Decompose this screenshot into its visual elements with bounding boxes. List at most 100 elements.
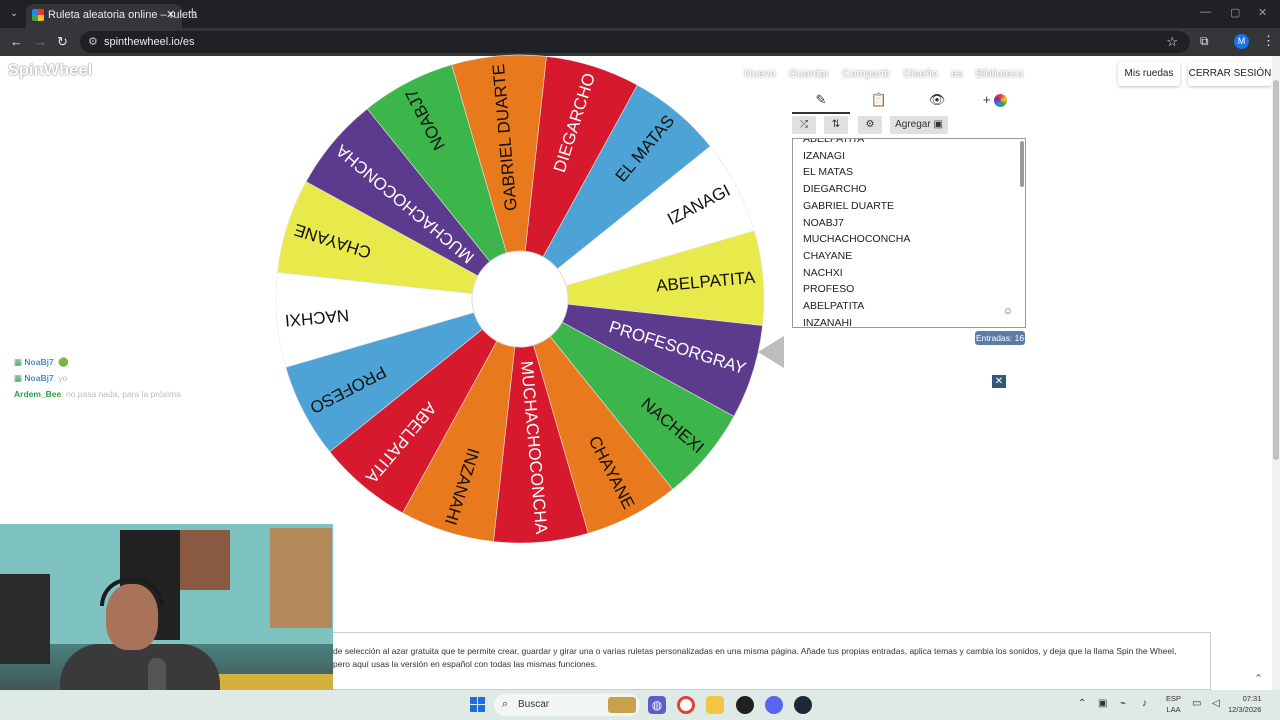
description-box: de selección al azar gratuita que te per…	[333, 632, 1211, 690]
nav-design[interactable]: Diseño	[904, 68, 938, 80]
chat-line: ▦ NoaBj7: yo	[14, 373, 68, 383]
site-info-icon[interactable]: ⚙	[88, 35, 98, 48]
entry-item[interactable]: CHAYANE	[803, 248, 910, 265]
favicon-icon	[32, 9, 44, 21]
page-scroll-thumb[interactable]	[1273, 80, 1279, 460]
plus-color-icon[interactable]: +	[966, 92, 1024, 114]
clock[interactable]: 07:31 12/3/2026	[1228, 693, 1261, 715]
ad-close-icon[interactable]: ✕	[992, 375, 1006, 388]
webcam-poster	[270, 528, 332, 628]
webcam-shelf	[0, 574, 50, 664]
extensions-icon[interactable]: ⧉	[1200, 34, 1209, 49]
entry-item[interactable]: ABELPATITA	[803, 139, 910, 148]
language-indicator[interactable]: ESP LAA	[1166, 693, 1181, 715]
chat-user: NoaBj7	[24, 357, 54, 367]
nav-library[interactable]: Biblioteca	[976, 68, 1024, 80]
teams-icon[interactable]: ◍	[648, 696, 666, 714]
steam-icon[interactable]	[794, 696, 812, 714]
plus-icon: +	[982, 92, 991, 107]
window-close-icon[interactable]: ✕	[1258, 6, 1267, 19]
clipboard-icon[interactable]: 📋	[850, 92, 908, 114]
search-highlight-icon	[608, 697, 636, 713]
reload-button[interactable]: ↻	[57, 34, 68, 50]
nav-save[interactable]: Guardar	[789, 68, 829, 80]
tray-app-icon[interactable]: ▣	[1098, 698, 1107, 709]
add-image-button[interactable]: Agregar ▣	[890, 116, 948, 134]
description-text: de selección al azar gratuita que te per…	[333, 646, 1177, 669]
entry-item[interactable]: PROFESO	[803, 281, 910, 298]
site-logo[interactable]: SpinWheel	[8, 62, 92, 80]
entry-item[interactable]: IZANAGI	[803, 148, 910, 165]
maximize-icon[interactable]: ▢	[1230, 6, 1240, 19]
chat-user: Ardem_Bee	[14, 389, 62, 399]
back-button[interactable]: ←	[10, 34, 23, 49]
clock-time: 07:31	[1242, 694, 1262, 703]
url-text[interactable]: spinthewheel.io/es	[104, 36, 195, 48]
entries-count-badge: Entradas: 16	[975, 331, 1025, 345]
entries-list: ABELPATITA IZANAGI EL MATAS DIEGARCHO GABRIE…	[803, 139, 910, 327]
minimize-icon[interactable]: —	[1200, 6, 1211, 18]
shuffle-button[interactable]: ⤮	[792, 116, 816, 134]
bookmark-star-icon[interactable]: ☆	[1166, 34, 1178, 50]
entry-item[interactable]: MUCHACHOCONCHA	[803, 231, 910, 248]
entries-textarea[interactable]: ABELPATITA IZANAGI EL MATAS DIEGARCHO GABRIE…	[792, 138, 1026, 328]
profile-avatar[interactable]: M	[1234, 34, 1249, 49]
stream-chat-overlay: ▦ NoaBj7: 🟢 ▦ NoaBj7: yo Ardem_Bee: no p…	[14, 354, 181, 402]
windows-taskbar: ⌕ Buscar ◍ ⌃ ▣ ⌁ ♪ ESP LAA ▭ ◁ 07:31 12/…	[0, 690, 1280, 720]
search-icon: ⌕	[502, 698, 509, 710]
scroll-up-icon[interactable]: ⌃	[1254, 672, 1263, 685]
nav-share[interactable]: Compartir	[842, 68, 890, 80]
chat-line: Ardem_Bee: no pasa nada, para la próxima	[14, 386, 181, 402]
browser-menu-icon[interactable]: ⋮	[1262, 33, 1275, 49]
new-tab-button[interactable]: +	[188, 4, 197, 21]
logout-button[interactable]: CERRAR SESIÓN	[1188, 62, 1272, 86]
chrome-icon[interactable]	[677, 696, 695, 714]
tray-chevron-icon[interactable]: ⌃	[1078, 698, 1086, 709]
clock-date: 12/3/2026	[1228, 705, 1262, 714]
sort-button[interactable]: ⇅	[824, 116, 848, 134]
discord-icon[interactable]	[765, 696, 783, 714]
entry-item[interactable]: EL MATAS	[803, 164, 910, 181]
browser-tab-active[interactable]: Ruleta aleatoria online – ruleta ✕	[26, 4, 197, 28]
wheel-pointer	[758, 336, 784, 368]
obs-icon[interactable]	[736, 696, 754, 714]
chat-message: : no pasa nada, para la próxima	[61, 389, 181, 399]
panel-tabs: ✎ 📋 👁 +	[792, 92, 1024, 114]
my-wheels-button[interactable]: Mis ruedas	[1118, 62, 1180, 86]
tab-list-chevron-icon[interactable]: ⌄	[6, 6, 22, 22]
tray-volume-icon[interactable]: ◁	[1212, 698, 1220, 709]
entry-item[interactable]: INZANAHI	[803, 315, 910, 327]
tray-display-icon[interactable]: ▭	[1192, 698, 1201, 709]
entries-scrollbar[interactable]	[1020, 141, 1024, 187]
tray-mic-icon[interactable]: ♪	[1142, 698, 1147, 709]
taskbar-search[interactable]: ⌕ Buscar	[494, 694, 640, 716]
pencil-icon[interactable]: ✎	[792, 92, 850, 114]
nav-language[interactable]: es	[951, 68, 963, 80]
entry-item[interactable]: GABRIEL DUARTE	[803, 198, 910, 215]
forward-button[interactable]: →	[34, 34, 47, 49]
entry-item[interactable]: NOABJ7	[803, 215, 910, 232]
tab-close-icon[interactable]: ✕	[166, 8, 175, 21]
chat-message: : 🟢	[53, 357, 70, 367]
eye-off-icon[interactable]: 👁	[908, 92, 966, 114]
image-icon: ▣	[933, 119, 943, 130]
emoji-icon[interactable]: ☺	[1003, 306, 1013, 317]
tray-network-icon[interactable]: ⌁	[1120, 698, 1126, 709]
settings-button[interactable]: ⚙	[858, 116, 882, 134]
chat-message: : yo	[53, 373, 68, 383]
header-nav: Nuevo Guardar Compartir Diseño es Biblio…	[744, 68, 1033, 80]
chat-line: ▦ NoaBj7: 🟢	[14, 357, 70, 367]
file-explorer-icon[interactable]	[706, 696, 724, 714]
entry-item[interactable]: NACHXI	[803, 265, 910, 282]
webcam-poster	[180, 530, 230, 590]
language-code: ESP	[1166, 694, 1182, 703]
entry-item[interactable]: ABELPATITA	[803, 298, 910, 315]
add-button-label: Agregar	[895, 119, 931, 130]
taskbar-search-label: Buscar	[518, 699, 550, 710]
keyboard-layout: LAA	[1166, 705, 1181, 714]
spin-wheel[interactable]: ABELPATITAPROFESORGRAYNACHEXICHAYANEMUCH…	[270, 49, 770, 549]
windows-start-icon[interactable]	[470, 697, 485, 712]
color-wheel-icon	[994, 94, 1008, 108]
entry-item[interactable]: DIEGARCHO	[803, 181, 910, 198]
wheel-hub[interactable]	[471, 250, 569, 348]
